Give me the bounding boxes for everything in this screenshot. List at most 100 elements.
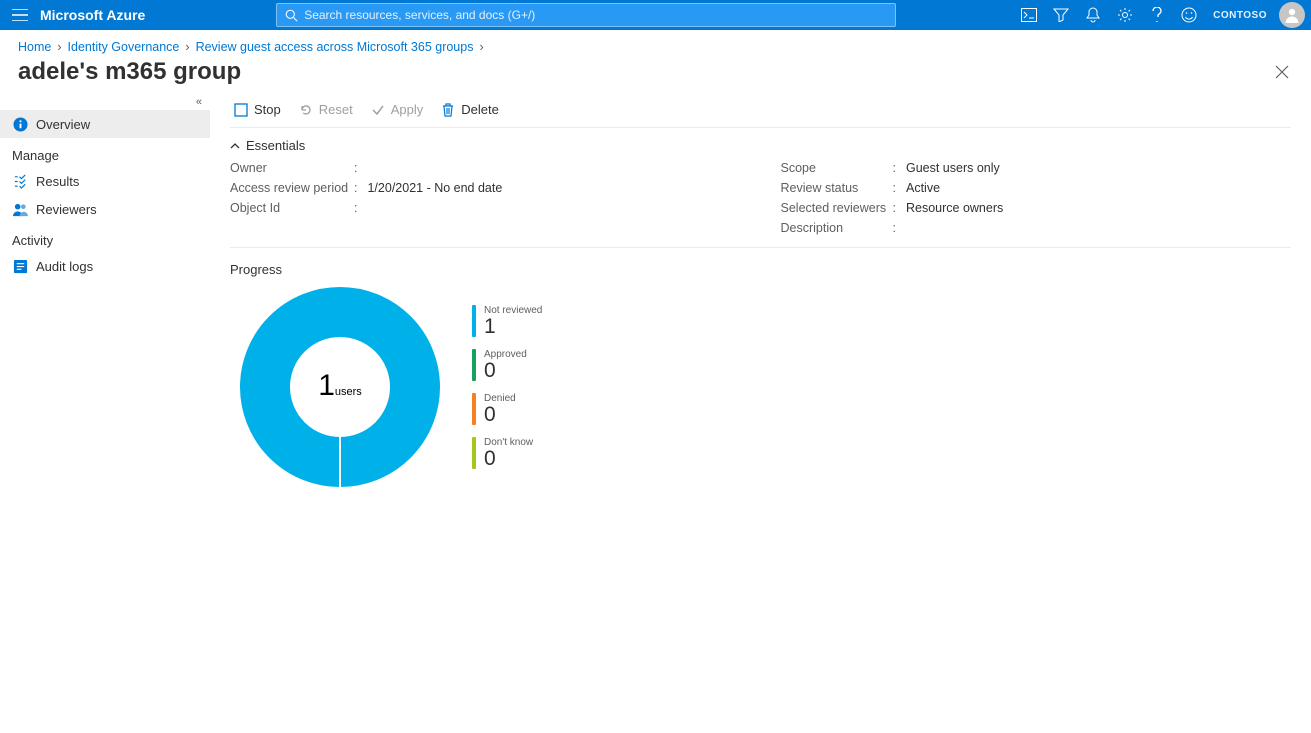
essentials-label: Essentials xyxy=(246,138,305,153)
help-button[interactable] xyxy=(1141,0,1173,30)
directory-filter-button[interactable] xyxy=(1045,0,1077,30)
content-area: « Overview Manage Results Reviewers Acti… xyxy=(0,96,1311,507)
audit-logs-icon xyxy=(12,258,28,274)
tool-label: Delete xyxy=(461,102,499,117)
close-icon xyxy=(1275,65,1289,79)
sidebar-item-overview[interactable]: Overview xyxy=(0,110,210,138)
sidebar-item-results[interactable]: Results xyxy=(0,167,210,195)
legend-value: 1 xyxy=(484,316,542,337)
essentials-toggle[interactable]: Essentials xyxy=(230,128,1291,161)
selected-reviewers-label: Selected reviewers xyxy=(781,201,889,215)
legend-denied: Denied 0 xyxy=(472,393,542,425)
brand-label: Microsoft Azure xyxy=(40,7,159,23)
tool-label: Stop xyxy=(254,102,281,117)
topbar: Microsoft Azure CONTOSO xyxy=(0,0,1311,30)
breadcrumb-home[interactable]: Home xyxy=(18,40,51,54)
scope-label: Scope xyxy=(781,161,889,175)
search-icon xyxy=(285,9,298,22)
svg-text:1users: 1users xyxy=(318,369,362,402)
user-icon xyxy=(1283,6,1301,24)
description-label: Description xyxy=(781,221,889,235)
smiley-icon xyxy=(1181,7,1197,23)
collapse-sidebar-button[interactable]: « xyxy=(196,96,202,108)
bell-icon xyxy=(1086,7,1100,23)
search-box[interactable] xyxy=(276,3,896,27)
progress-legend: Not reviewed 1 Approved 0 Denied 0 xyxy=(472,305,542,469)
donut-center-unit: users xyxy=(335,386,362,398)
status-value: Active xyxy=(906,181,940,195)
page-title: adele's m365 group xyxy=(18,58,241,86)
settings-button[interactable] xyxy=(1109,0,1141,30)
notifications-button[interactable] xyxy=(1077,0,1109,30)
essentials-scope-row: Scope : Guest users only xyxy=(781,161,1292,175)
results-icon xyxy=(12,173,28,189)
legend-bar-icon xyxy=(472,393,476,425)
essentials-period-row: Access review period : 1/20/2021 - No en… xyxy=(230,181,741,195)
topbar-icons: CONTOSO xyxy=(1013,0,1311,30)
chevron-right-icon: › xyxy=(185,40,189,54)
sidebar-item-reviewers[interactable]: Reviewers xyxy=(0,195,210,223)
search-input[interactable] xyxy=(304,8,887,22)
legend-bar-icon xyxy=(472,437,476,469)
reset-button: Reset xyxy=(299,102,353,117)
owner-label: Owner xyxy=(230,161,350,175)
avatar[interactable] xyxy=(1279,2,1305,28)
cloud-shell-icon xyxy=(1021,8,1037,22)
tenant-label: CONTOSO xyxy=(1205,10,1275,21)
essentials-right: Scope : Guest users only Review status :… xyxy=(781,161,1292,235)
gear-icon xyxy=(1117,7,1133,23)
essentials-left: Owner : Access review period : 1/20/2021… xyxy=(230,161,741,235)
objectid-label: Object Id xyxy=(230,201,350,215)
chevron-up-icon xyxy=(230,141,240,151)
legend-dont-know: Don't know 0 xyxy=(472,437,542,469)
menu-toggle-button[interactable] xyxy=(0,0,40,30)
progress-section: 1users Not reviewed 1 Approved 0 xyxy=(230,287,1291,487)
essentials-description-row: Description : xyxy=(781,221,1292,235)
feedback-button[interactable] xyxy=(1173,0,1205,30)
help-icon xyxy=(1152,7,1162,23)
breadcrumb: Home › Identity Governance › Review gues… xyxy=(0,30,1311,58)
cloud-shell-button[interactable] xyxy=(1013,0,1045,30)
breadcrumb-review-guest-access[interactable]: Review guest access across Microsoft 365… xyxy=(196,40,474,54)
filter-icon xyxy=(1053,8,1069,22)
sidebar-item-audit-logs[interactable]: Audit logs xyxy=(0,252,210,280)
delete-button[interactable]: Delete xyxy=(441,102,499,117)
main-panel: Stop Reset Apply Delete Essentials xyxy=(210,96,1311,507)
essentials-owner-row: Owner : xyxy=(230,161,741,175)
stop-button[interactable]: Stop xyxy=(234,102,281,117)
progress-donut-chart: 1users xyxy=(240,287,440,487)
essentials-reviewers-row: Selected reviewers : Resource owners xyxy=(781,201,1292,215)
close-button[interactable] xyxy=(1271,61,1293,83)
apply-icon xyxy=(371,103,385,117)
info-icon xyxy=(12,116,28,132)
legend-not-reviewed: Not reviewed 1 xyxy=(472,305,542,337)
scope-value: Guest users only xyxy=(906,161,1000,175)
essentials-status-row: Review status : Active xyxy=(781,181,1292,195)
sidebar-item-label: Reviewers xyxy=(36,202,97,217)
legend-value: 0 xyxy=(484,360,527,381)
chevron-right-icon: › xyxy=(57,40,61,54)
legend-value: 0 xyxy=(484,404,516,425)
legend-approved: Approved 0 xyxy=(472,349,542,381)
sidebar-item-label: Overview xyxy=(36,117,90,132)
period-value: 1/20/2021 - No end date xyxy=(367,181,502,195)
status-label: Review status xyxy=(781,181,889,195)
search-container xyxy=(159,3,1013,27)
sidebar-section-activity: Activity xyxy=(0,223,210,252)
breadcrumb-identity-governance[interactable]: Identity Governance xyxy=(68,40,180,54)
chevron-right-icon: › xyxy=(479,40,483,54)
sidebar-section-manage: Manage xyxy=(0,138,210,167)
title-row: adele's m365 group xyxy=(0,58,1311,96)
tool-label: Apply xyxy=(391,102,424,117)
command-bar: Stop Reset Apply Delete xyxy=(230,96,1291,128)
reset-icon xyxy=(299,103,313,117)
legend-bar-icon xyxy=(472,349,476,381)
tool-label: Reset xyxy=(319,102,353,117)
reviewers-icon xyxy=(12,201,28,217)
stop-icon xyxy=(234,103,248,117)
sidebar-item-label: Audit logs xyxy=(36,259,93,274)
period-label: Access review period xyxy=(230,181,350,195)
hamburger-icon xyxy=(12,9,28,21)
sidebar-item-label: Results xyxy=(36,174,79,189)
sidebar: « Overview Manage Results Reviewers Acti… xyxy=(0,96,210,507)
